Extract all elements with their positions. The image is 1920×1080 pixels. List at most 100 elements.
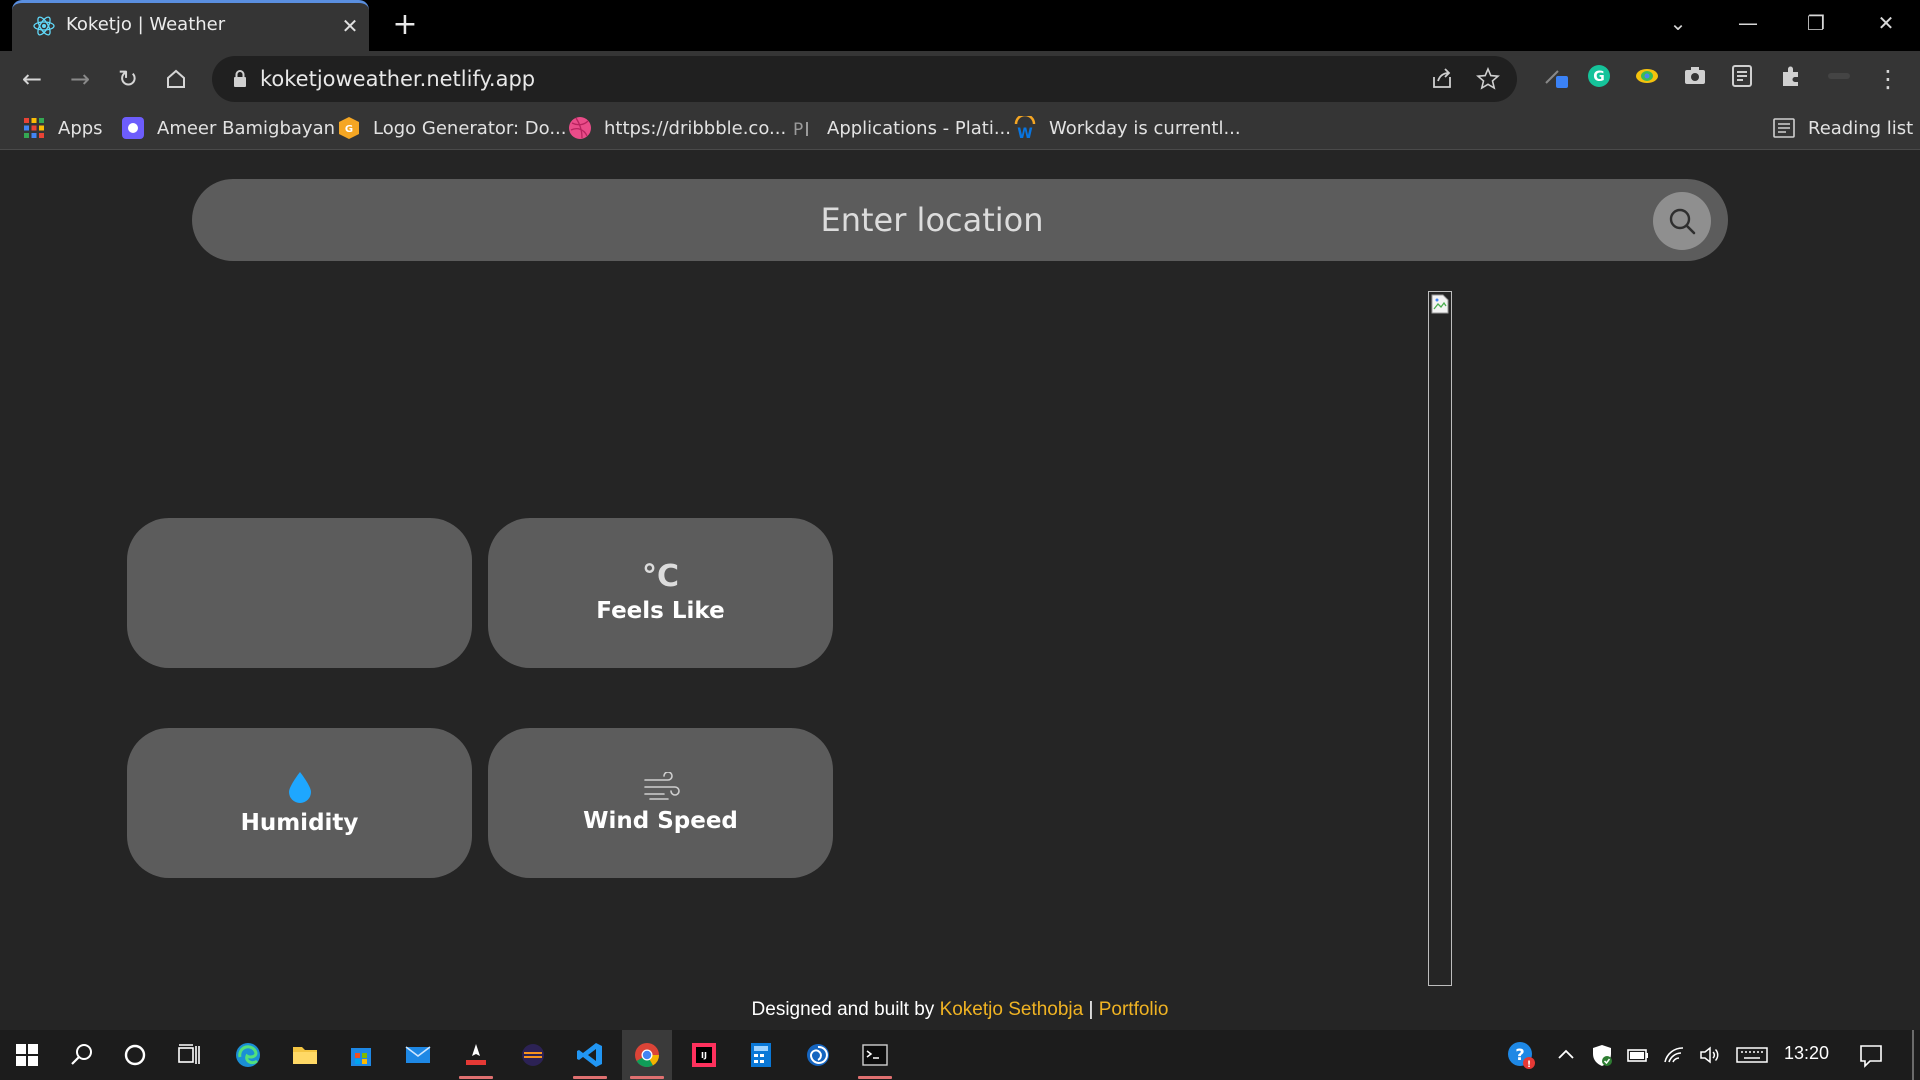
svg-text:IJ: IJ (701, 1051, 707, 1060)
close-window-button[interactable]: ✕ (1866, 8, 1906, 38)
taskbar-search-button[interactable] (57, 1030, 107, 1080)
task-view-button[interactable] (164, 1030, 214, 1080)
keyboard-extension-icon[interactable] (1730, 63, 1756, 89)
forward-button[interactable]: → (64, 63, 96, 95)
browser-tab-active[interactable]: Koketjo | Weather ✕ (12, 0, 369, 51)
chrome-icon (635, 1043, 659, 1068)
bookmark-ameer[interactable]: Ameer Bamigbayan (121, 114, 335, 142)
browser-tab-bar: Koketjo | Weather ✕ + ⌄ — ❐ ✕ (0, 0, 1920, 51)
wifi-icon[interactable] (1662, 1043, 1686, 1067)
feels-like-label: Feels Like (596, 598, 725, 624)
notifications-icon[interactable] (1858, 1043, 1884, 1069)
reload-button[interactable]: ↻ (112, 63, 144, 95)
show-desktop-button[interactable] (1912, 1030, 1914, 1080)
workday-icon: W (1014, 116, 1036, 140)
wind-icon (643, 772, 680, 800)
browser-toolbar: ← → ↻ koketjoweather.netlify.app G ⋮ (0, 51, 1920, 106)
search-button[interactable] (1653, 192, 1711, 250)
calculator-icon (751, 1043, 771, 1067)
minimize-button[interactable]: — (1728, 8, 1768, 38)
taskbar-clock[interactable]: 13:20 (1784, 1043, 1829, 1064)
profile-avatar-icon[interactable] (1826, 63, 1852, 89)
page-footer: Designed and built by Koketjo Sethobja |… (0, 999, 1920, 1029)
url-text: koketjoweather.netlify.app (260, 67, 536, 91)
bookmark-label: Apps (58, 117, 103, 139)
volume-icon[interactable] (1698, 1043, 1722, 1067)
portfolio-link[interactable]: Portfolio (1099, 999, 1169, 1020)
java-app-icon (466, 1044, 486, 1065)
taskbar-mail[interactable] (393, 1030, 443, 1080)
chrome-menu-icon[interactable]: ⋮ (1872, 63, 1904, 95)
cortana-button[interactable] (110, 1030, 160, 1080)
svg-text:W: W (1017, 126, 1032, 140)
wind-speed-card: Wind Speed (488, 728, 833, 878)
weather-card-empty (127, 518, 472, 668)
start-button[interactable] (2, 1030, 52, 1080)
new-tab-button[interactable]: + (390, 10, 420, 40)
tab-close-icon[interactable]: ✕ (338, 14, 362, 38)
reading-list-label: Reading list (1808, 117, 1914, 139)
logo-generator-icon: G (339, 117, 359, 139)
footer-separator: | (1083, 999, 1099, 1020)
share-icon[interactable] (1430, 67, 1454, 91)
location-search-bar (192, 179, 1728, 261)
vscode-icon (577, 1043, 602, 1067)
lock-icon (234, 70, 246, 87)
camera-icon[interactable] (1682, 63, 1708, 89)
color-picker-extension-icon[interactable] (1634, 63, 1660, 89)
taskbar-calculator[interactable] (736, 1030, 786, 1080)
back-button[interactable]: ← (16, 63, 48, 95)
grammarly-icon[interactable]: G (1586, 63, 1612, 89)
humidity-card: Humidity (127, 728, 472, 878)
tab-search-chevron-icon[interactable]: ⌄ (1658, 8, 1698, 38)
bookmark-logo-generator[interactable]: G Logo Generator: Do... (337, 114, 566, 142)
bookmark-apps[interactable]: Apps (22, 114, 103, 142)
security-shield-icon[interactable] (1590, 1043, 1614, 1067)
keyboard-icon[interactable] (1736, 1043, 1768, 1067)
svg-text:!: ! (1527, 1060, 1531, 1070)
taskbar-intellij[interactable]: IJ (679, 1030, 729, 1080)
taskbar-eclipse[interactable] (508, 1030, 558, 1080)
taskbar-vscode[interactable] (565, 1030, 615, 1080)
water-drop-icon (288, 772, 311, 803)
taskbar-store[interactable] (336, 1030, 386, 1080)
bookmark-label: Logo Generator: Do... (373, 117, 567, 139)
taskbar-terminal[interactable] (850, 1030, 900, 1080)
bookmark-workday[interactable]: W Workday is currentl... (1013, 114, 1241, 142)
taskbar-edge[interactable] (223, 1030, 273, 1080)
bookmark-applications[interactable]: P Applications - Plati... (791, 114, 1011, 142)
show-hidden-icons-chevron-icon[interactable] (1554, 1043, 1578, 1067)
spiral-app-icon (807, 1044, 829, 1066)
taskbar-edge-dev[interactable] (793, 1030, 843, 1080)
address-bar[interactable]: koketjoweather.netlify.app (212, 56, 1517, 102)
tab-title: Koketjo | Weather (66, 14, 226, 35)
humidity-label: Humidity (240, 810, 359, 836)
svg-text:G: G (345, 124, 353, 135)
home-button[interactable] (160, 63, 192, 95)
task-view-icon (178, 1044, 200, 1064)
bookmarks-bar: Apps Ameer Bamigbayan G Logo Generator: … (0, 106, 1920, 150)
battery-icon[interactable] (1626, 1043, 1650, 1067)
svg-text:?: ? (1515, 1045, 1524, 1064)
taskbar-chrome[interactable] (622, 1030, 672, 1080)
reading-list-icon (1773, 118, 1795, 138)
svg-text:G: G (1593, 69, 1605, 85)
apps-grid-icon (24, 118, 44, 138)
extensions-puzzle-icon[interactable] (1778, 63, 1804, 89)
help-icon[interactable]: ? ! (1506, 1040, 1536, 1070)
location-input[interactable] (232, 179, 1632, 261)
restore-button[interactable]: ❐ (1796, 8, 1836, 38)
footer-prefix: Designed and built by (751, 999, 940, 1020)
taskbar-file-explorer[interactable] (280, 1030, 330, 1080)
windows-logo-icon (16, 1044, 38, 1066)
bookmark-star-icon[interactable] (1476, 67, 1500, 91)
bookmark-label: Applications - Plati... (827, 117, 1011, 139)
reading-list-button[interactable]: Reading list (1772, 114, 1913, 142)
author-link[interactable]: Koketjo Sethobja (940, 999, 1084, 1020)
pen-extension-icon[interactable] (1543, 63, 1569, 89)
svg-text:P: P (793, 120, 803, 140)
bookmark-dribbble[interactable]: https://dribbble.co... (568, 114, 786, 142)
edge-icon (236, 1043, 260, 1067)
react-favicon-icon (33, 16, 55, 36)
taskbar-java-app[interactable] (451, 1030, 501, 1080)
